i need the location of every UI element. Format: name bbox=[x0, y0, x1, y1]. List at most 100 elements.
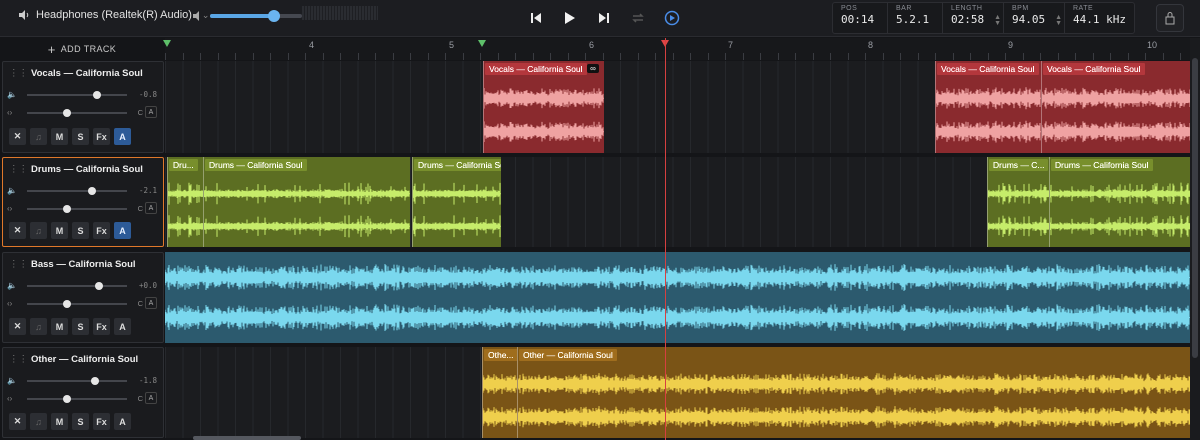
track-volume-knob[interactable] bbox=[93, 91, 101, 99]
track-panel-vocals[interactable]: ⋮⋮ Vocals — California Soul 🔈 -0.8 ‹› C A… bbox=[2, 61, 164, 153]
track-pan-slider[interactable] bbox=[27, 395, 127, 403]
audio-clip[interactable]: Vocals — California Soul bbox=[935, 61, 1041, 153]
master-volume-slider[interactable] bbox=[210, 10, 302, 22]
instrument-icon[interactable]: ♫ bbox=[30, 318, 47, 335]
track-volume-value: +0.0 bbox=[138, 281, 157, 290]
playhead[interactable] bbox=[665, 38, 666, 440]
automation-lane-button[interactable]: A bbox=[145, 392, 157, 404]
drag-handle-icon[interactable]: ⋮⋮ bbox=[9, 68, 28, 79]
track-volume-slider[interactable] bbox=[27, 282, 127, 290]
track-lane-bass[interactable] bbox=[165, 252, 1190, 343]
track-pan-knob[interactable] bbox=[63, 300, 71, 308]
loop-clip-icon[interactable]: ∞ bbox=[587, 64, 599, 73]
solo-button[interactable]: S bbox=[72, 413, 89, 430]
track-name[interactable]: ⋮⋮ Vocals — California Soul bbox=[9, 68, 143, 79]
track-pan-knob[interactable] bbox=[63, 395, 71, 403]
automation-button[interactable]: A bbox=[114, 222, 131, 239]
track-panel-other[interactable]: ⋮⋮ Other — California Soul 🔈 -1.8 ‹› C A … bbox=[2, 347, 164, 438]
track-volume-knob[interactable] bbox=[88, 187, 96, 195]
track-lane-vocals[interactable]: Vocals — California Soul ∞ Vocals — Califo… bbox=[165, 61, 1190, 153]
fx-button[interactable]: Fx bbox=[93, 318, 110, 335]
automation-lane-button[interactable]: A bbox=[145, 106, 157, 118]
track-volume-knob[interactable] bbox=[95, 282, 103, 290]
audio-clip[interactable]: Drums — C... bbox=[987, 157, 1050, 247]
vertical-scrollbar[interactable] bbox=[1190, 38, 1200, 440]
mute-button[interactable]: M bbox=[51, 413, 68, 430]
track-pan-knob[interactable] bbox=[63, 109, 71, 117]
audio-clip[interactable]: Vocals — California Soul ∞ bbox=[483, 61, 604, 153]
track-pan-knob[interactable] bbox=[63, 205, 71, 213]
track-name[interactable]: ⋮⋮ Other — California Soul bbox=[9, 354, 138, 365]
audio-clip[interactable]: Drums — California Soul bbox=[412, 157, 501, 247]
automation-button[interactable]: A bbox=[114, 128, 131, 145]
audio-clip[interactable]: Drums — California Soul bbox=[1049, 157, 1190, 247]
vertical-scroll-thumb[interactable] bbox=[1192, 58, 1198, 358]
drag-handle-icon[interactable]: ⋮⋮ bbox=[9, 354, 28, 365]
fx-button[interactable]: Fx bbox=[93, 222, 110, 239]
fx-button[interactable]: Fx bbox=[93, 413, 110, 430]
automation-lane-button[interactable]: A bbox=[145, 202, 157, 214]
ruler-tick bbox=[1092, 53, 1094, 60]
remove-track-icon[interactable]: ✕ bbox=[9, 413, 26, 430]
readout-bpm[interactable]: BPM 94.05 ▲ ▼ bbox=[1004, 3, 1065, 33]
timeline-ruler[interactable]: 4 5 6 7 8 9 10 bbox=[163, 38, 1190, 60]
mute-button[interactable]: M bbox=[51, 222, 68, 239]
solo-button[interactable]: S bbox=[72, 222, 89, 239]
spinner-icon[interactable]: ▲ ▼ bbox=[994, 14, 1001, 27]
follow-icon[interactable] bbox=[660, 6, 684, 30]
audio-clip[interactable]: Dru... bbox=[167, 157, 204, 247]
add-track-button[interactable]: + ADD TRACK bbox=[0, 38, 164, 60]
fx-button[interactable]: Fx bbox=[93, 128, 110, 145]
track-lane-drums[interactable]: Dru... Drums — California Soul Drums — Cal… bbox=[165, 157, 1190, 247]
track-pan-slider[interactable] bbox=[27, 300, 127, 308]
horizontal-scroll-thumb[interactable] bbox=[193, 436, 301, 440]
instrument-icon[interactable]: ♫ bbox=[30, 128, 47, 145]
loop-icon[interactable] bbox=[626, 6, 650, 30]
loop-marker[interactable] bbox=[163, 40, 171, 47]
audio-clip[interactable]: Drums — California Soul bbox=[203, 157, 410, 247]
track-volume-slider[interactable] bbox=[27, 187, 127, 195]
remove-track-icon[interactable]: ✕ bbox=[9, 318, 26, 335]
automation-lane-button[interactable]: A bbox=[145, 297, 157, 309]
track-pan-slider[interactable] bbox=[27, 205, 127, 213]
remove-track-icon[interactable]: ✕ bbox=[9, 222, 26, 239]
play-icon[interactable] bbox=[558, 6, 582, 30]
instrument-icon[interactable]: ♫ bbox=[30, 222, 47, 239]
solo-button[interactable]: S bbox=[72, 318, 89, 335]
instrument-icon[interactable]: ♫ bbox=[30, 413, 47, 430]
track-name[interactable]: ⋮⋮ Bass — California Soul bbox=[9, 259, 136, 270]
top-bar: Headphones (Realtek(R) Audio) ⌄ POS 00:14… bbox=[0, 0, 1200, 37]
loop-marker[interactable] bbox=[478, 40, 486, 47]
master-volume[interactable] bbox=[192, 10, 302, 22]
solo-button[interactable]: S bbox=[72, 128, 89, 145]
track-pan-slider[interactable] bbox=[27, 109, 127, 117]
output-device-select[interactable]: Headphones (Realtek(R) Audio) ⌄ bbox=[18, 9, 209, 21]
track-lane-other[interactable]: Othe... Other — California Soul bbox=[165, 347, 1190, 438]
drag-handle-icon[interactable]: ⋮⋮ bbox=[9, 259, 28, 270]
readout-pos: POS 00:14 bbox=[833, 3, 888, 33]
audio-clip[interactable]: Othe... bbox=[482, 347, 518, 438]
skip-forward-icon[interactable] bbox=[592, 6, 616, 30]
track-volume-slider[interactable] bbox=[27, 91, 127, 99]
ruler-tick bbox=[900, 53, 901, 60]
track-panel-drums[interactable]: ⋮⋮ Drums — California Soul 🔈 -2.1 ‹› C A … bbox=[2, 157, 164, 247]
skip-back-icon[interactable] bbox=[524, 6, 548, 30]
track-volume-row: 🔈 -0.8 bbox=[7, 90, 161, 100]
track-volume-slider[interactable] bbox=[27, 377, 127, 385]
mute-button[interactable]: M bbox=[51, 128, 68, 145]
drag-handle-icon[interactable]: ⋮⋮ bbox=[9, 164, 28, 175]
track-panel-bass[interactable]: ⋮⋮ Bass — California Soul 🔈 +0.0 ‹› C A ✕… bbox=[2, 252, 164, 343]
spinner-icon[interactable]: ▲ ▼ bbox=[1055, 14, 1062, 27]
mute-button[interactable]: M bbox=[51, 318, 68, 335]
master-volume-knob[interactable] bbox=[268, 10, 281, 22]
automation-button[interactable]: A bbox=[114, 318, 131, 335]
readout-length[interactable]: LENGTH 02:58 ▲ ▼ bbox=[943, 3, 1004, 33]
audio-clip[interactable]: Other — California Soul bbox=[517, 347, 1190, 438]
remove-track-icon[interactable]: ✕ bbox=[9, 128, 26, 145]
automation-button[interactable]: A bbox=[114, 413, 131, 430]
lock-button[interactable] bbox=[1156, 4, 1184, 32]
audio-clip[interactable]: Vocals — California Soul bbox=[1041, 61, 1190, 153]
audio-clip[interactable] bbox=[165, 252, 1190, 343]
track-name[interactable]: ⋮⋮ Drums — California Soul bbox=[9, 164, 143, 175]
track-volume-knob[interactable] bbox=[91, 377, 99, 385]
